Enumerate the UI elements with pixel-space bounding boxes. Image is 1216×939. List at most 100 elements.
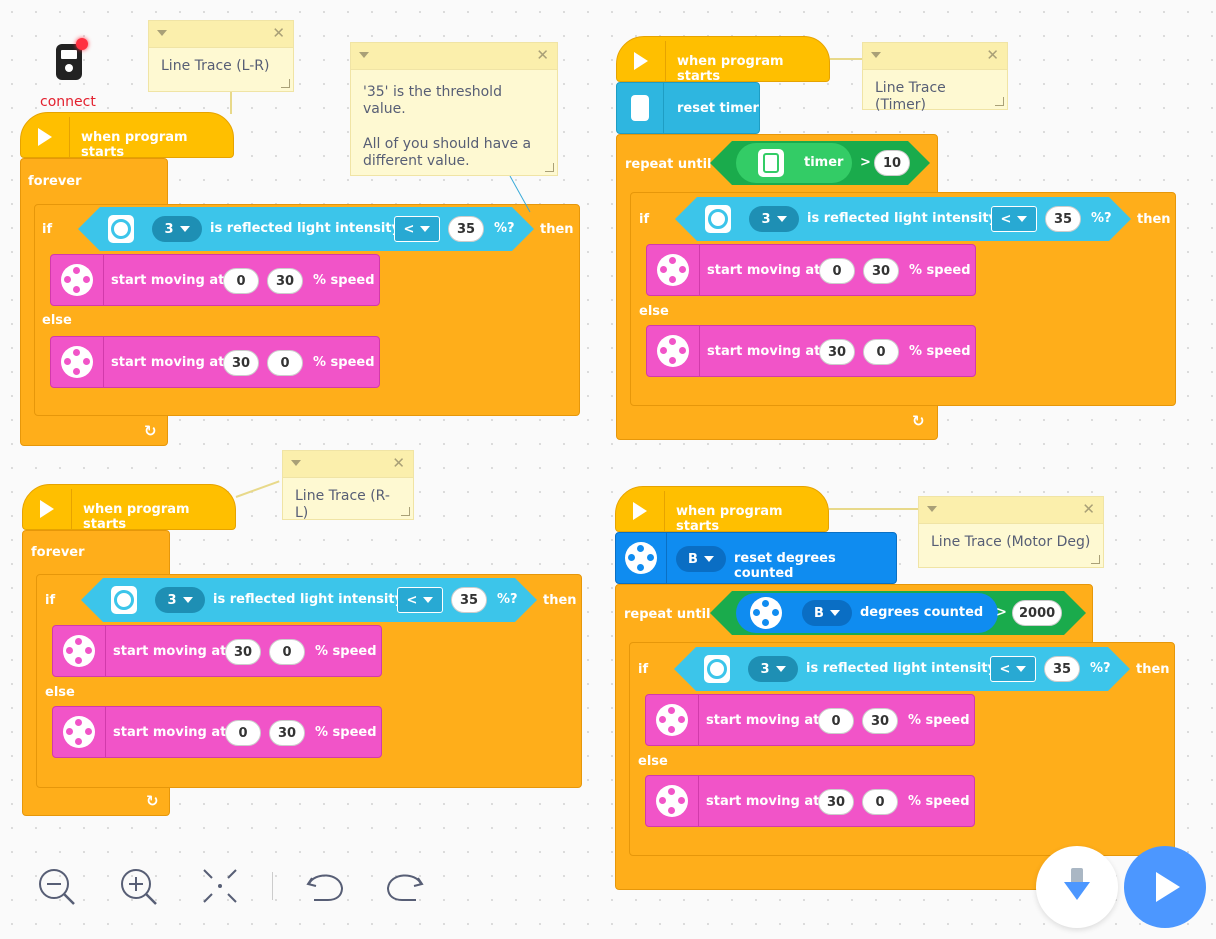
repeat-until-label: repeat until — [625, 157, 712, 172]
port-dropdown[interactable]: 3 — [155, 587, 205, 613]
pct-label: %? — [1091, 211, 1112, 226]
threshold-input[interactable]: 35 — [448, 216, 484, 242]
comment-note[interactable]: ✕ Line Trace (Timer) — [862, 42, 1008, 113]
speed-right-input[interactable]: 30 — [269, 720, 305, 746]
threshold-input[interactable]: 35 — [1044, 656, 1080, 682]
comment-text: Line Trace (L-R) — [161, 58, 270, 74]
speed-left-input[interactable]: 30 — [818, 789, 854, 815]
redo-icon[interactable] — [384, 866, 426, 906]
comment-note[interactable]: ✕ Line Trace (L-R) — [148, 20, 294, 92]
toolbar-divider — [272, 872, 273, 900]
speed-right-input[interactable]: 0 — [863, 339, 899, 365]
speed-left-input[interactable]: 30 — [819, 339, 855, 365]
motor-block[interactable]: start moving at 0 30 % speed — [50, 254, 380, 306]
compare-dropdown[interactable]: < — [990, 656, 1036, 682]
speed-left-input[interactable]: 0 — [223, 268, 259, 294]
compare-dropdown[interactable]: < — [991, 206, 1037, 232]
condition-label: is reflected light intensity — [213, 592, 404, 607]
port-dropdown[interactable]: B — [802, 600, 852, 626]
hat-block-3[interactable]: when program starts — [616, 36, 830, 84]
motor-block[interactable]: start moving at 0 30 % speed — [52, 706, 382, 758]
close-icon[interactable]: ✕ — [1082, 500, 1095, 518]
timer-value-input[interactable]: 10 — [874, 150, 910, 176]
resize-handle[interactable] — [281, 79, 290, 88]
motor-block[interactable]: start moving at 0 30 % speed — [646, 244, 976, 296]
motor-label: start moving at — [111, 273, 225, 288]
threshold-input[interactable]: 35 — [1045, 206, 1081, 232]
speed-left-input[interactable]: 30 — [223, 350, 259, 376]
motor-block[interactable]: start moving at 30 0 % speed — [52, 625, 382, 677]
hat-block-2[interactable]: when program starts — [22, 484, 236, 532]
close-icon[interactable]: ✕ — [536, 46, 549, 64]
close-icon[interactable]: ✕ — [392, 454, 405, 472]
resize-handle[interactable] — [1091, 555, 1100, 564]
port-dropdown[interactable]: 3 — [749, 206, 799, 232]
else-label: else — [42, 313, 72, 328]
light-sensor-condition-1[interactable]: 3 is reflected light intensity < 35 %? — [78, 207, 534, 251]
hat-block-1[interactable]: when program starts — [20, 112, 234, 160]
forever-label: forever — [28, 174, 82, 189]
reset-timer-block[interactable]: reset timer — [616, 82, 760, 134]
compare-dropdown[interactable]: < — [397, 587, 443, 613]
zoom-in-icon[interactable] — [118, 866, 160, 908]
reset-degrees-block[interactable]: B reset degrees counted — [615, 532, 897, 584]
comment-note[interactable]: ✕ Line Trace (R-L) — [282, 450, 414, 521]
if-label: if — [639, 212, 650, 227]
light-sensor-condition-4[interactable]: 3 is reflected light intensity < 35 %? — [674, 647, 1130, 691]
port-dropdown[interactable]: 3 — [152, 216, 202, 242]
comment-text: All of you should have a — [363, 136, 532, 152]
loop-arrow-icon: ↻ — [146, 792, 159, 810]
connect-button[interactable]: connect — [20, 22, 120, 122]
close-icon[interactable]: ✕ — [272, 24, 285, 42]
speed-left-input[interactable]: 0 — [819, 258, 855, 284]
play-flag-icon — [616, 491, 665, 531]
hub-icon — [56, 44, 82, 80]
then-label: then — [543, 593, 577, 608]
hat-block-4[interactable]: when program starts — [615, 486, 829, 534]
motor-block[interactable]: start moving at 30 0 % speed — [645, 775, 975, 827]
motor-block[interactable]: start moving at 0 30 % speed — [645, 694, 975, 746]
pct-label: %? — [1090, 661, 1111, 676]
connect-label: connect — [40, 94, 96, 110]
light-sensor-condition-3[interactable]: 3 is reflected light intensity < 35 %? — [675, 197, 1131, 241]
speed-right-input[interactable]: 30 — [862, 708, 898, 734]
resize-handle[interactable] — [995, 97, 1004, 106]
comment-note[interactable]: ✕ Line Trace (Motor Deg) — [918, 496, 1104, 568]
loop-arrow-icon: ↻ — [144, 422, 157, 440]
speed-label: % speed — [315, 725, 377, 740]
speed-right-input[interactable]: 0 — [862, 789, 898, 815]
timer-icon — [758, 149, 784, 177]
speed-right-input[interactable]: 30 — [267, 268, 303, 294]
speed-left-input[interactable]: 30 — [225, 639, 261, 665]
motor-icon — [51, 337, 104, 387]
if-label: if — [638, 662, 649, 677]
motor-block[interactable]: start moving at 30 0 % speed — [50, 336, 380, 388]
port-dropdown[interactable]: 3 — [748, 656, 798, 682]
degrees-value-input[interactable]: 2000 — [1012, 600, 1062, 626]
threshold-input[interactable]: 35 — [451, 587, 487, 613]
resize-handle[interactable] — [401, 507, 410, 516]
speed-right-input[interactable]: 0 — [267, 350, 303, 376]
speed-left-input[interactable]: 0 — [818, 708, 854, 734]
light-sensor-condition-2[interactable]: 3 is reflected light intensity < 35 %? — [81, 578, 537, 622]
speed-right-input[interactable]: 30 — [863, 258, 899, 284]
port-dropdown[interactable]: B — [676, 546, 726, 572]
download-button[interactable] — [1036, 846, 1118, 928]
timer-label: timer — [804, 155, 844, 170]
undo-icon[interactable] — [304, 866, 346, 906]
timer-comparison[interactable]: timer > 10 — [710, 141, 930, 185]
zoom-reset-icon[interactable] — [200, 866, 240, 906]
zoom-out-icon[interactable] — [36, 866, 78, 908]
condition-label: is reflected light intensity — [806, 661, 997, 676]
compare-dropdown[interactable]: < — [394, 216, 440, 242]
play-button[interactable] — [1124, 846, 1206, 928]
degrees-comparison[interactable]: B degrees counted > 2000 — [710, 591, 1086, 635]
close-icon[interactable]: ✕ — [986, 46, 999, 64]
motor-block[interactable]: start moving at 30 0 % speed — [646, 325, 976, 377]
speed-left-input[interactable]: 0 — [225, 720, 261, 746]
pct-label: %? — [497, 592, 518, 607]
resize-handle[interactable] — [545, 163, 554, 172]
speed-right-input[interactable]: 0 — [269, 639, 305, 665]
speed-label: % speed — [909, 344, 971, 359]
comment-note-threshold[interactable]: ✕ '35' is the threshold value. All of yo… — [350, 42, 558, 176]
